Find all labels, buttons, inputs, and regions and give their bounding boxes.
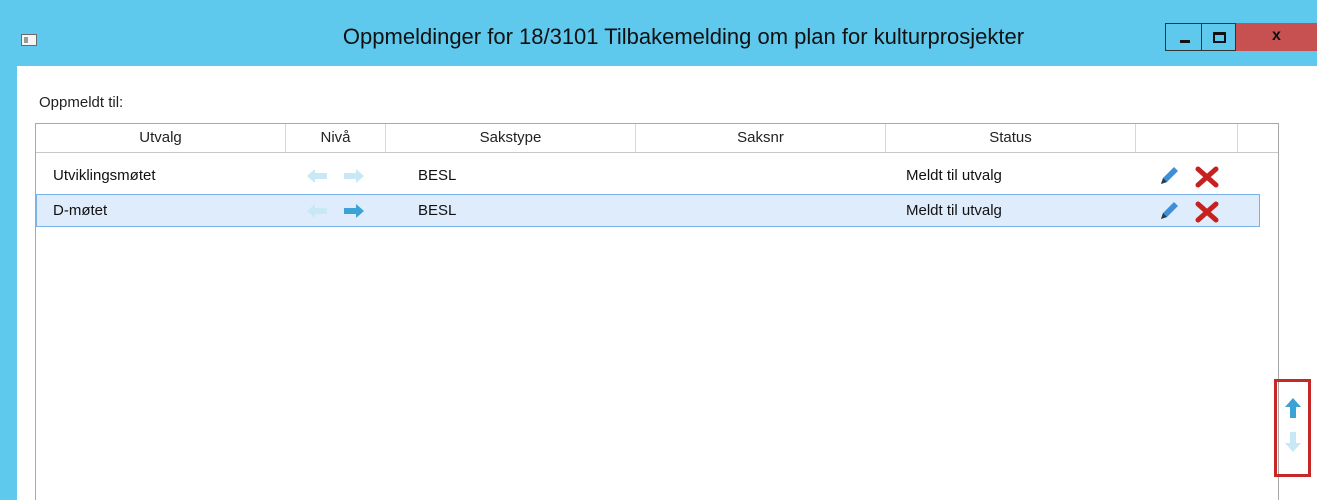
dialog-content: Oppmeldt til: Utvalg Nivå Sakstype Saksn… xyxy=(17,66,1317,500)
arrow-right-icon[interactable] xyxy=(343,168,365,184)
close-button[interactable]: x xyxy=(1236,23,1317,51)
column-header-utvalg[interactable]: Utvalg xyxy=(36,124,286,152)
arrow-right-icon[interactable] xyxy=(343,203,365,219)
table-row-selected[interactable]: D-møtet BESL Meldt til utvalg xyxy=(36,194,1260,227)
maximize-button[interactable] xyxy=(1202,23,1236,51)
minimize-button[interactable] xyxy=(1165,23,1202,51)
cell-status: Meldt til utvalg xyxy=(906,202,1002,219)
section-label: Oppmeldt til: xyxy=(39,94,124,111)
table-row[interactable]: Utviklingsmøtet BESL Meldt til utvalg xyxy=(36,159,1260,192)
cell-utvalg: D-møtet xyxy=(53,202,108,219)
grid-header: Utvalg Nivå Sakstype Saksnr Status xyxy=(36,124,1278,153)
column-header-sakstype[interactable]: Sakstype xyxy=(386,124,636,152)
cell-status: Meldt til utvalg xyxy=(906,167,1002,184)
column-header-saksnr[interactable]: Saksnr xyxy=(636,124,886,152)
cell-sakstype: BESL xyxy=(418,167,457,184)
reorder-buttons xyxy=(1274,379,1311,477)
pencil-icon[interactable] xyxy=(1158,165,1180,187)
pencil-icon[interactable] xyxy=(1158,200,1180,222)
window-title: Oppmeldinger for 18/3101 Tilbakemelding … xyxy=(0,24,1317,50)
arrow-left-icon[interactable] xyxy=(306,203,328,219)
registrations-grid: Utvalg Nivå Sakstype Saksnr Status Utvik… xyxy=(35,123,1279,500)
arrow-down-icon[interactable] xyxy=(1284,431,1302,453)
title-bar[interactable]: Oppmeldinger for 18/3101 Tilbakemelding … xyxy=(0,0,1317,66)
column-header-actions xyxy=(1136,124,1238,152)
arrow-left-icon[interactable] xyxy=(306,168,328,184)
cell-utvalg: Utviklingsmøtet xyxy=(53,167,156,184)
column-header-status[interactable]: Status xyxy=(886,124,1136,152)
red-x-icon[interactable] xyxy=(1194,200,1220,224)
arrow-up-icon[interactable] xyxy=(1284,397,1302,419)
red-x-icon[interactable] xyxy=(1194,165,1220,189)
window-title-text: Oppmeldinger for 18/3101 Tilbakemelding … xyxy=(342,24,1025,49)
column-header-niva[interactable]: Nivå xyxy=(286,124,386,152)
cell-sakstype: BESL xyxy=(418,202,457,219)
